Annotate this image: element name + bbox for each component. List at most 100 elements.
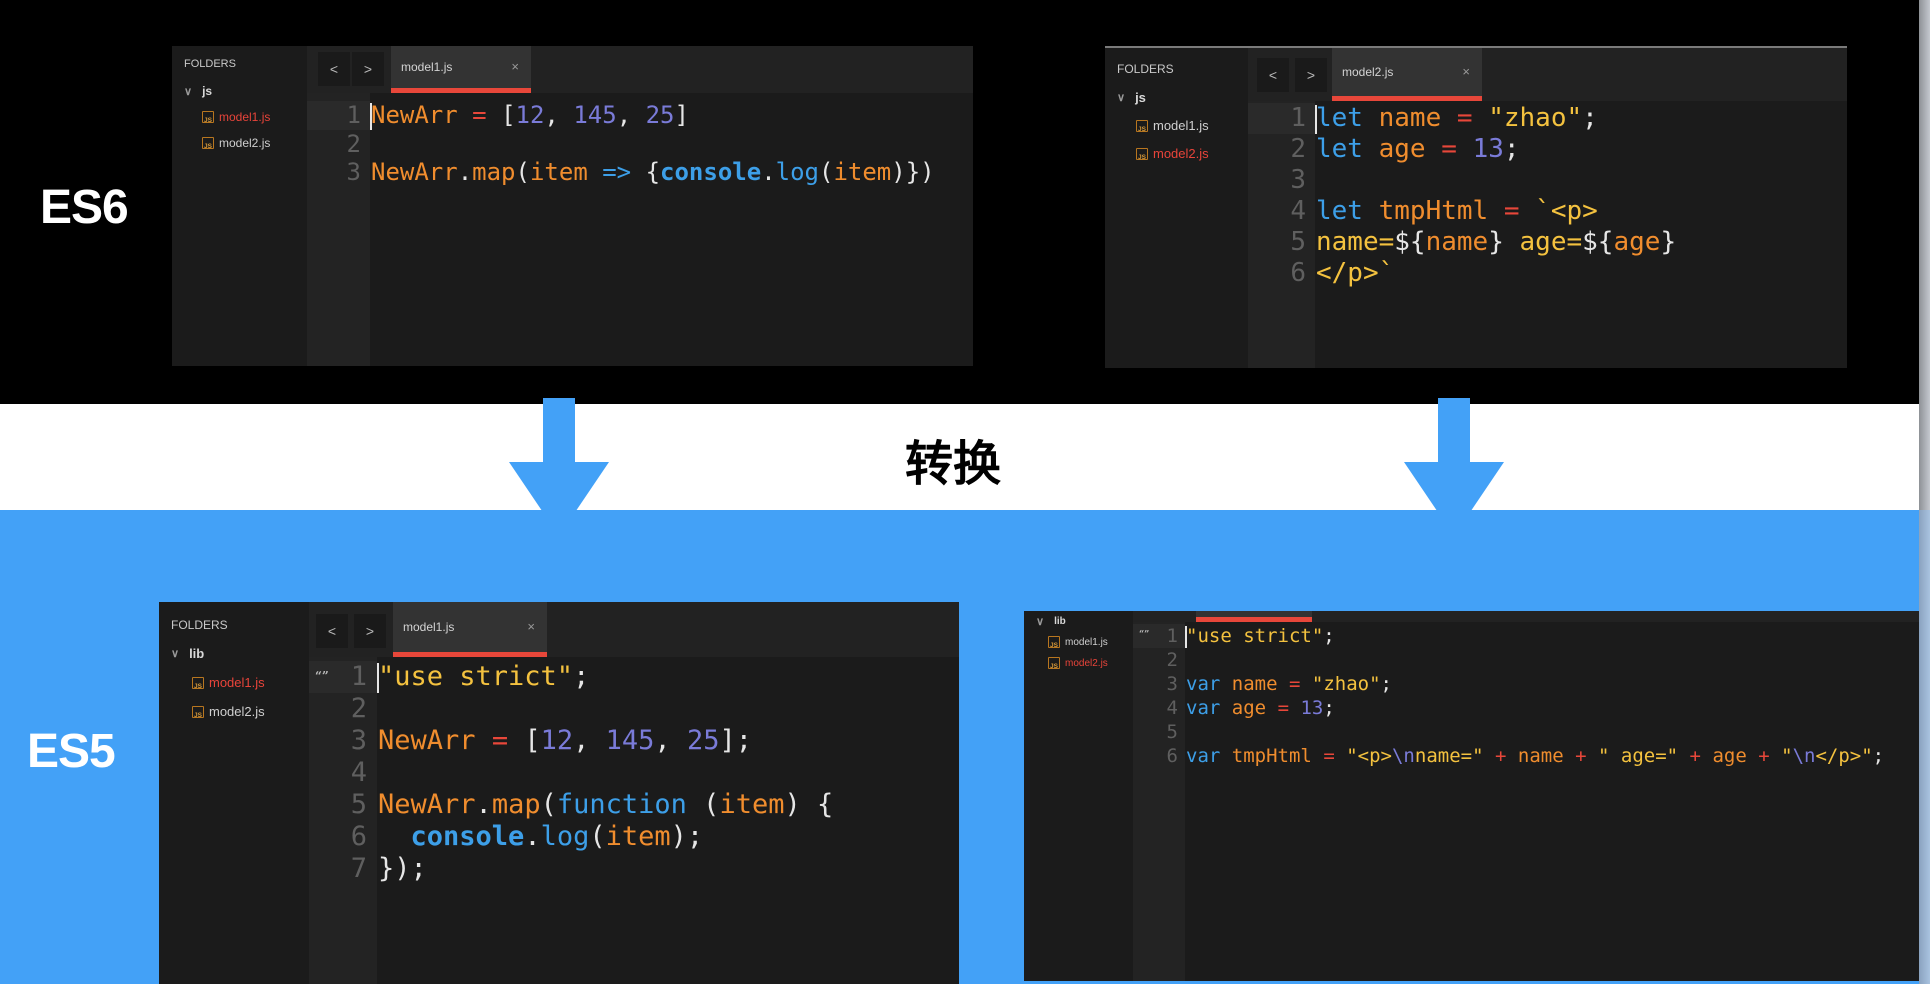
quote-marker-icon: “” [1139, 630, 1150, 640]
code-token: . [524, 821, 541, 852]
tab-label: model1.js [403, 620, 455, 634]
close-icon[interactable]: × [511, 59, 519, 74]
tab-es5_model2[interactable] [1196, 611, 1312, 622]
code-token: log [540, 821, 590, 852]
code-token: ; [1582, 103, 1598, 133]
text-cursor [1315, 105, 1317, 134]
tab-bar: < > model2.js × [1248, 48, 1847, 101]
line-number: 3 [350, 725, 367, 756]
code-line: </p>` [1316, 258, 1394, 289]
code-token: = [1289, 673, 1301, 695]
line-number-gutter: 123456 [1248, 101, 1315, 368]
line-number: 7 [350, 853, 367, 884]
code-token: name= [1316, 227, 1395, 257]
code-token: ); [670, 821, 704, 852]
tab-es5_model1[interactable]: model1.js × [393, 602, 547, 657]
code-token: item [605, 821, 671, 852]
js-file-icon: JS [1136, 147, 1148, 160]
code-area[interactable]: NewArr = [12, 145, 25] NewArr.map(item =>… [370, 93, 973, 366]
code-token: age= [1503, 227, 1583, 257]
code-token: </p>" [1815, 745, 1873, 767]
code-token: => [602, 158, 632, 186]
code-area[interactable]: let name = "zhao"; let age = 13; let tmpHt… [1315, 101, 1847, 368]
code-token: tmpHtml [1378, 196, 1489, 226]
code-line: var age = 13; [1186, 696, 1335, 720]
code-token: ; [1380, 673, 1392, 695]
code-area[interactable]: "use strict"; var name = "zhao"; var age =… [1185, 622, 1919, 981]
tab-es6_model1[interactable]: model1.js × [391, 46, 531, 93]
nav-back-button[interactable]: < [316, 614, 348, 648]
down-arrow-left-icon [509, 398, 609, 538]
code-token: [ [524, 725, 541, 756]
code-token: tmpHtml [1231, 745, 1312, 767]
code-token: ; [1323, 697, 1335, 719]
file-item[interactable]: JS model2.js [1048, 657, 1108, 669]
file-item[interactable]: JS model1.js [202, 110, 270, 124]
code-token: NewArr [371, 101, 458, 129]
nav-forward-button[interactable]: > [352, 52, 384, 86]
folder-item[interactable]: ∨ js [1117, 90, 1146, 105]
line-number: 3 [1290, 165, 1306, 195]
code-line: NewArr.map(item => {console.log(item)}) [371, 158, 935, 187]
file-item[interactable]: JS model2.js [192, 704, 265, 719]
line-number: 6 [1290, 258, 1306, 288]
line-number: 2 [346, 129, 361, 158]
code-token: function [556, 789, 687, 820]
file-name: model1.js [209, 675, 265, 690]
close-icon[interactable]: × [1462, 64, 1470, 79]
line-number: 1 [346, 101, 361, 129]
code-token: map [491, 789, 541, 820]
nav-forward-button[interactable]: > [1295, 58, 1327, 92]
folder-item[interactable]: ∨ lib [171, 646, 204, 661]
code-token: 25 [686, 725, 720, 756]
code-token: NewArr [378, 789, 476, 820]
nav-back-button[interactable]: < [318, 52, 350, 86]
code-area[interactable]: "use strict"; NewArr = [12, 145, 25]; NewA… [377, 657, 959, 984]
file-item[interactable]: JS model1.js [1136, 118, 1209, 133]
file-item[interactable]: JS model1.js [1048, 636, 1108, 648]
code-line: let age = 13; [1316, 134, 1520, 165]
code-token: </p>` [1316, 258, 1395, 288]
code-token: . [761, 158, 776, 186]
folder-name: lib [189, 646, 205, 661]
code-token: ; [1872, 745, 1885, 767]
code-token: "<p> [1346, 745, 1392, 767]
file-item[interactable]: JS model1.js [192, 675, 265, 690]
code-token: , [616, 101, 646, 129]
file-name: model2.js [1065, 657, 1108, 669]
code-token: . [457, 158, 473, 186]
close-icon[interactable]: × [527, 619, 535, 634]
tab-es6_model2[interactable]: model2.js × [1332, 48, 1482, 101]
code-token: ( [515, 158, 530, 186]
code-token: ( [540, 789, 557, 820]
file-name: model1.js [219, 110, 271, 124]
file-name: model1.js [1065, 636, 1108, 648]
chevron-down-icon: ∨ [1117, 92, 1126, 104]
folder-item[interactable]: ∨ lib [1036, 615, 1066, 628]
folder-item[interactable]: ∨ js [184, 84, 212, 98]
line-number: 2 [350, 693, 367, 724]
chevron-down-icon: ∨ [171, 648, 180, 660]
code-line: NewArr = [12, 145, 25]; [378, 725, 752, 757]
line-number-gutter: 123 [307, 93, 370, 366]
code-line: let tmpHtml = `<p> [1316, 196, 1598, 227]
file-item[interactable]: JS model2.js [202, 136, 270, 150]
nav-back-button[interactable]: < [1257, 58, 1289, 92]
nav-forward-button[interactable]: > [354, 614, 386, 648]
file-item[interactable]: JS model2.js [1136, 146, 1209, 161]
js-file-icon: JS [1136, 119, 1148, 132]
